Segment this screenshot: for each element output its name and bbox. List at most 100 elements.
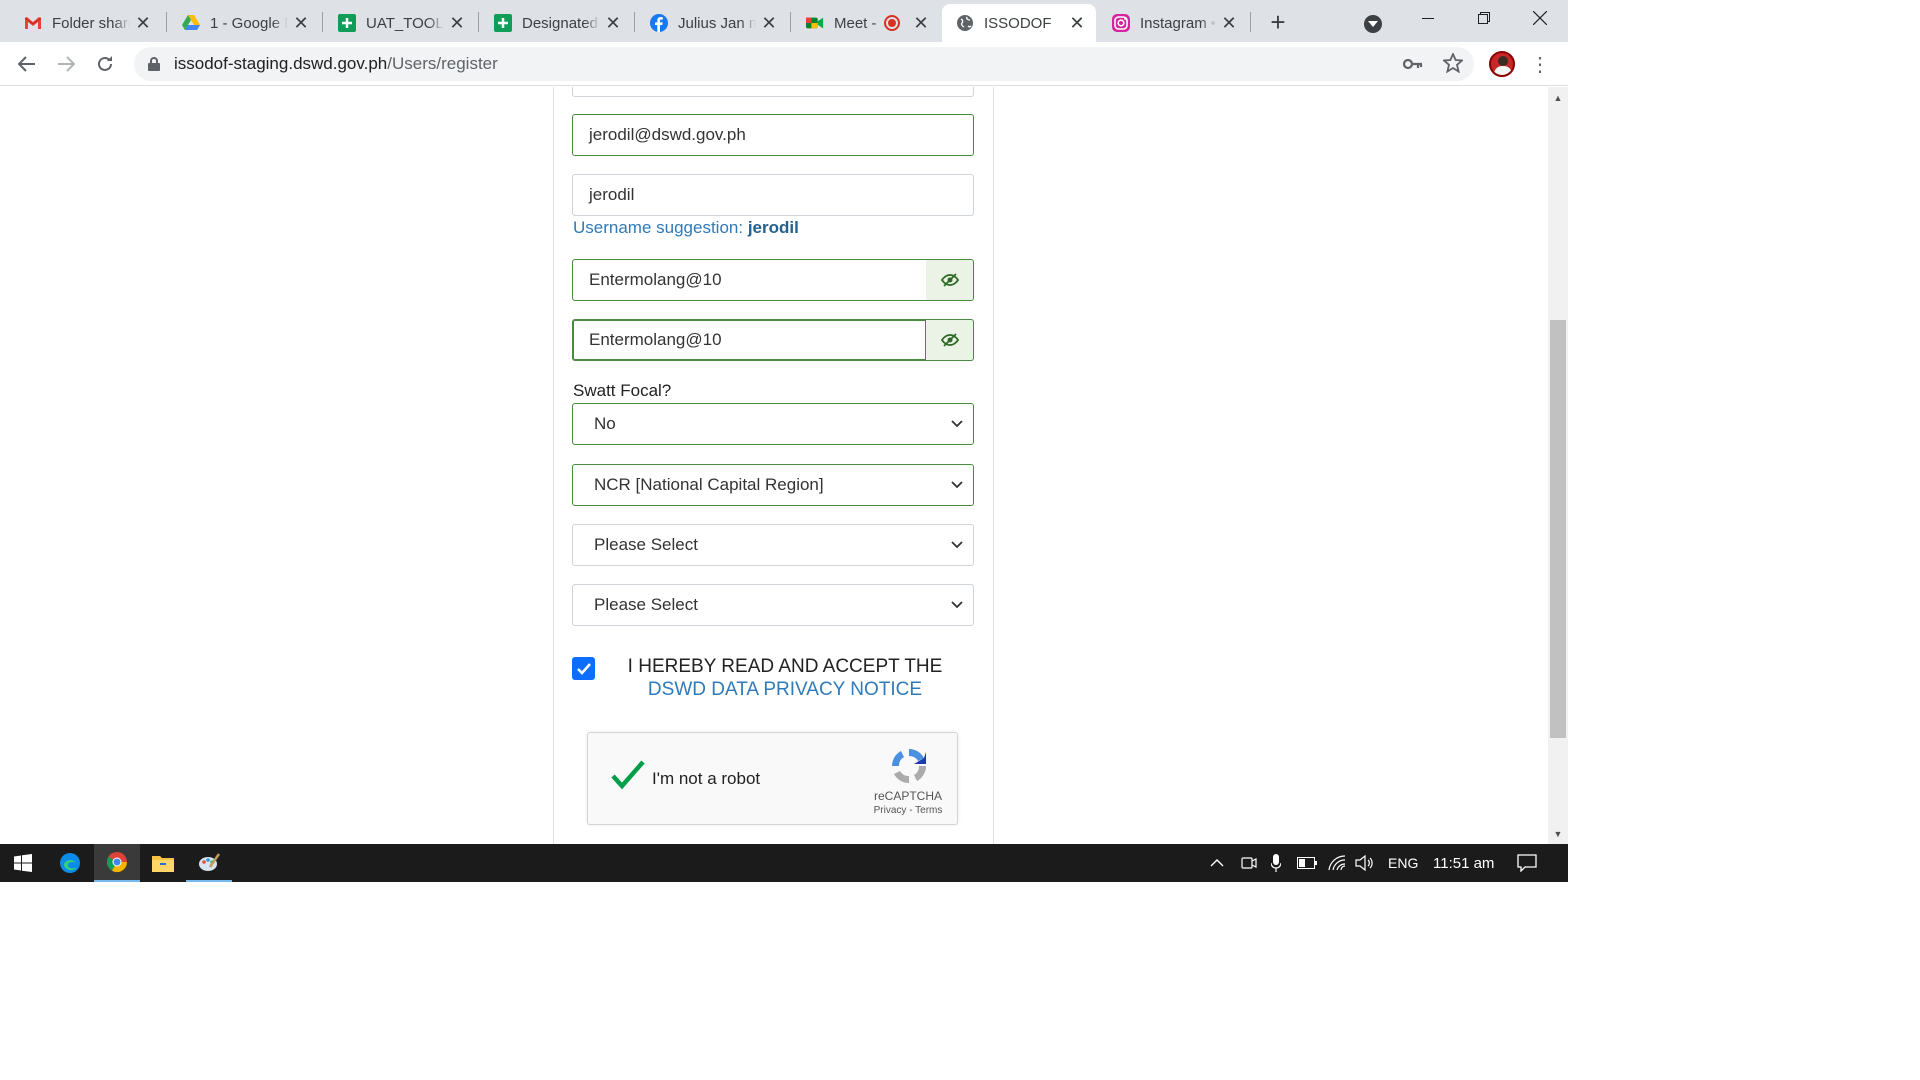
close-icon[interactable]: ✕ <box>912 13 930 33</box>
region-select[interactable]: NCR [National Capital Region] <box>572 464 974 506</box>
microphone-tray-icon[interactable] <box>1271 844 1281 882</box>
browser-toolbar: issodof-staging.dswd.gov.ph/Users/regist… <box>0 42 1568 86</box>
close-icon[interactable]: ✕ <box>604 13 622 33</box>
tab-issodof[interactable]: ISSODOF ✕ <box>942 4 1096 42</box>
privacy-notice-link[interactable]: DSWD DATA PRIVACY NOTICE <box>600 678 970 701</box>
google-meet-icon <box>806 14 824 32</box>
province-select[interactable]: Please Select <box>572 524 974 566</box>
key-icon[interactable] <box>1403 54 1423 74</box>
back-button[interactable] <box>13 50 41 78</box>
recaptcha-logo-icon <box>892 749 926 783</box>
city-select[interactable]: Please Select <box>572 584 974 626</box>
show-hidden-icons[interactable] <box>1210 844 1224 882</box>
scroll-up-icon[interactable]: ▲ <box>1553 93 1563 103</box>
tab-instagram[interactable]: Instagram • ✕ <box>1098 4 1248 42</box>
camera-tray-icon[interactable] <box>1241 844 1257 882</box>
windows-logo-icon <box>14 854 32 872</box>
email-field[interactable]: jerodil@dswd.gov.ph <box>572 114 974 156</box>
checkmark-icon <box>576 662 591 675</box>
volume-tray-icon[interactable] <box>1355 844 1375 882</box>
recaptcha-brand: reCAPTCHA <box>873 789 942 803</box>
privacy-checkbox[interactable] <box>572 657 595 680</box>
close-icon[interactable]: ✕ <box>292 13 310 33</box>
address-bar[interactable]: issodof-staging.dswd.gov.ph/Users/regist… <box>134 47 1474 81</box>
google-drive-icon <box>182 14 200 32</box>
close-icon[interactable]: ✕ <box>760 13 778 33</box>
windows-taskbar: ENG 11:51 am <box>0 844 1568 882</box>
google-sheets-icon <box>338 14 356 32</box>
reload-icon <box>98 56 112 71</box>
tab-title: Meet - <box>834 14 877 32</box>
tab-facebook[interactable]: Julius Jan m ✕ <box>636 4 788 42</box>
tab-title: Instagram • <box>1140 14 1216 32</box>
restore-button[interactable] <box>1456 0 1512 36</box>
page-scrollbar[interactable]: ▲ ▼ <box>1548 87 1568 844</box>
close-window-button[interactable] <box>1512 0 1568 36</box>
username-suggestion-value[interactable]: jerodil <box>748 218 799 237</box>
recording-icon <box>884 15 900 31</box>
globe-icon <box>956 14 974 32</box>
recaptcha-privacy-link[interactable]: Privacy <box>874 805 907 816</box>
close-icon[interactable]: ✕ <box>134 13 152 33</box>
swatt-focal-value: No <box>594 414 616 433</box>
checkmark-icon[interactable] <box>610 759 646 791</box>
windows-start-button[interactable] <box>0 844 46 882</box>
reload-button[interactable] <box>91 50 119 78</box>
taskbar-file-explorer[interactable] <box>140 844 186 882</box>
tab-designated[interactable]: Designated ✕ <box>480 4 632 42</box>
wifi-tray-icon[interactable] <box>1328 844 1346 882</box>
close-icon[interactable]: ✕ <box>1068 13 1086 33</box>
swatt-focal-label: Swatt Focal? <box>573 381 672 400</box>
folder-icon <box>152 856 174 872</box>
language-indicator[interactable]: ENG <box>1388 844 1418 882</box>
lock-icon <box>148 57 160 71</box>
scroll-down-icon[interactable]: ▼ <box>1553 829 1563 839</box>
minimize-icon <box>1422 17 1434 19</box>
forward-button[interactable] <box>52 50 80 78</box>
toggle-confirm-password-button[interactable] <box>926 319 974 361</box>
tab-strip: Folder share ✕ 1 - Google D ✕ UAT_TOOL_I… <box>0 0 1568 42</box>
close-icon[interactable]: ✕ <box>1220 13 1238 33</box>
tab-title: UAT_TOOL_I <box>366 14 444 32</box>
previous-field-partial[interactable] <box>572 87 974 97</box>
password-field[interactable]: Entermolang@10 <box>572 259 927 301</box>
star-icon[interactable] <box>1443 53 1463 73</box>
close-icon[interactable]: ✕ <box>448 13 466 33</box>
swatt-focal-select[interactable]: No <box>572 403 974 445</box>
notifications-button[interactable] <box>1517 844 1537 882</box>
paint-icon <box>199 853 220 871</box>
taskbar-chrome[interactable] <box>94 844 140 882</box>
tab-uat-tool[interactable]: UAT_TOOL_I ✕ <box>324 4 476 42</box>
new-tab-button[interactable]: + <box>1264 7 1292 37</box>
tab-meet[interactable]: Meet - ✕ <box>792 4 940 42</box>
tab-title: Folder share <box>52 14 130 32</box>
instagram-icon <box>1112 14 1130 32</box>
recaptcha-terms-link[interactable]: Terms <box>915 805 942 816</box>
tab-gmail[interactable]: Folder share ✕ <box>10 4 162 42</box>
confirm-password-field[interactable]: Entermolang@10 <box>572 319 927 361</box>
taskbar-edge[interactable] <box>47 844 93 882</box>
more-menu-icon[interactable]: ⋮ <box>1530 52 1550 76</box>
recaptcha-label: I'm not a robot <box>652 769 761 788</box>
tab-title: 1 - Google D <box>210 14 288 32</box>
privacy-consent-label: I HEREBY READ AND ACCEPT THE <box>627 656 943 677</box>
tab-google-drive[interactable]: 1 - Google D ✕ <box>168 4 320 42</box>
tab-search-button[interactable] <box>1346 6 1400 42</box>
city-value: Please Select <box>594 595 698 614</box>
scrollbar-thumb[interactable] <box>1550 320 1566 738</box>
eye-slash-icon <box>940 333 959 347</box>
taskbar-paint[interactable] <box>186 844 232 882</box>
google-sheets-icon <box>494 14 512 32</box>
toggle-password-button[interactable] <box>926 259 974 301</box>
gmail-icon <box>24 14 42 32</box>
username-field[interactable]: jerodil <box>572 174 974 216</box>
chevron-down-icon <box>951 601 963 609</box>
avatar[interactable] <box>1489 51 1515 77</box>
edge-icon <box>60 853 80 873</box>
battery-tray-icon[interactable] <box>1297 844 1317 882</box>
url-text: issodof-staging.dswd.gov.ph/Users/regist… <box>174 54 498 74</box>
minimize-button[interactable] <box>1400 0 1456 36</box>
chevron-up-icon <box>1210 859 1224 867</box>
clock[interactable]: 11:51 am <box>1433 844 1494 882</box>
arrow-right-icon <box>58 56 75 72</box>
